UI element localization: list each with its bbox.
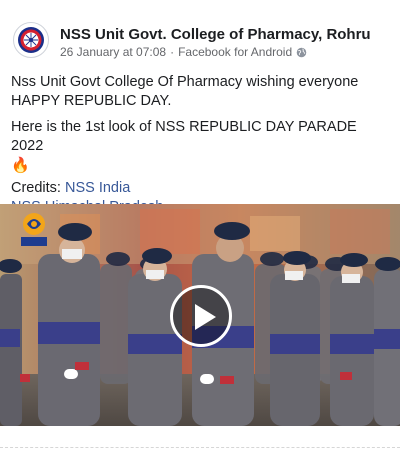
play-button[interactable] <box>170 285 232 347</box>
page-name[interactable]: NSS Unit Govt. College of Pharmacy, Rohr… <box>60 26 371 43</box>
post-text-line: HAPPY REPUBLIC DAY. <box>11 93 172 109</box>
post-timestamp[interactable]: 26 January at 07:08 <box>60 45 166 59</box>
credits-line: Credits: NSS India <box>11 179 391 198</box>
doordarshan-logo <box>21 213 47 246</box>
meta-separator: · <box>170 45 175 59</box>
post-divider <box>0 447 400 449</box>
page-avatar[interactable] <box>13 22 49 58</box>
post-meta: 26 January at 07:08 · Facebook for Andro… <box>60 45 307 59</box>
credits-label: Credits: <box>11 180 65 196</box>
credit-link-nss-india[interactable]: NSS India <box>65 180 130 196</box>
post-body: Nss Unit Govt College Of Pharmacy wishin… <box>11 73 391 217</box>
globe-icon <box>296 47 307 57</box>
play-icon <box>195 304 216 330</box>
post-header: NSS Unit Govt. College of Pharmacy, Rohr… <box>0 0 400 68</box>
post-text-line: Nss Unit Govt College Of Pharmacy wishin… <box>11 74 359 90</box>
fire-emoji: 🔥 <box>11 157 30 174</box>
post-text-line: Here is the 1st look of NSS REPUBLIC DAY… <box>11 119 357 154</box>
post-source: Facebook for Android <box>178 45 293 59</box>
